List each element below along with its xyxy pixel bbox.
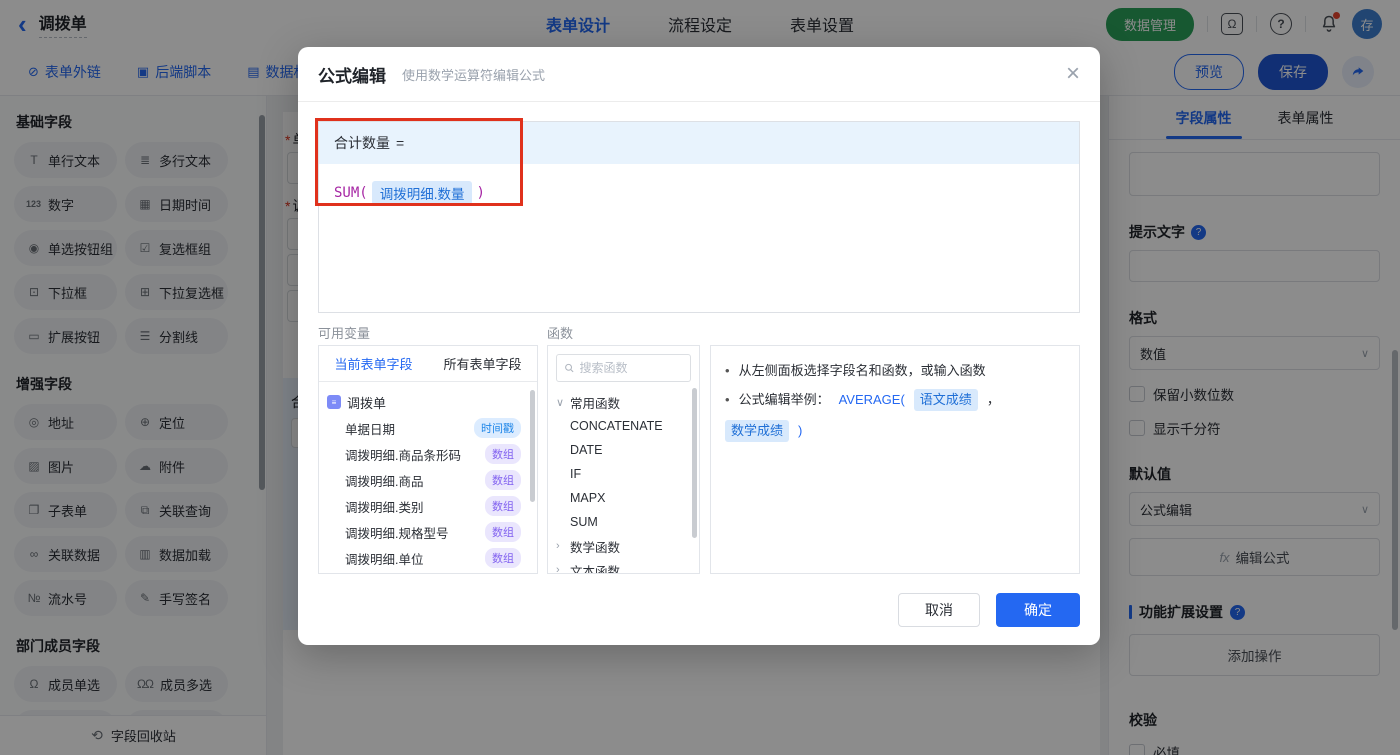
formula-target-row: 合计数量 = — [319, 122, 1079, 164]
tip-text: 从左侧面板选择字段名和函数，或输入函数 — [738, 363, 986, 378]
form-doc-icon: ≡ — [327, 395, 341, 409]
function-search-input[interactable] — [579, 361, 683, 375]
example-chip: 语文成绩 — [913, 389, 978, 411]
search-icon — [565, 363, 574, 373]
formula-editor-area[interactable]: 合计数量 = SUM( 调拨明细.数量 ) — [318, 121, 1080, 313]
bullet-icon: • — [725, 363, 730, 378]
function-search-box[interactable] — [556, 354, 691, 382]
cancel-button[interactable]: 取消 — [898, 593, 980, 627]
formula-close-paren: ) — [476, 185, 485, 201]
formula-target: 合计数量 — [334, 135, 390, 151]
tip-prefix: 公式编辑举例： — [738, 392, 830, 407]
modal-header: 公式编辑 使用数学运算符编辑公式 × — [298, 47, 1100, 102]
function-group-text[interactable]: › 文本函数 — [548, 558, 699, 574]
chevron-right-icon: › — [556, 564, 560, 574]
function-item[interactable]: SUM — [548, 510, 699, 534]
functions-panel-label: 函数 — [547, 326, 574, 341]
group-label: 数学函数 — [570, 540, 621, 555]
modal-title: 公式编辑 — [318, 66, 386, 86]
variable-row[interactable]: 调拨明细.单位 数组 — [327, 545, 529, 571]
tree-root[interactable]: ≡ 调拨单 — [327, 389, 529, 415]
variables-tree: ≡ 调拨单 单据日期 时间戳 调拨明细.商品条形码 数组 调拨明细.商品 数组 调拨明… — [319, 382, 537, 573]
functions-panel: ∨ 常用函数 CONCATENATE DATE IF MAPX SUM › 数学函数… — [547, 345, 700, 574]
function-item[interactable]: IF — [548, 462, 699, 486]
variable-name: 调拨明细.规格型号 — [345, 526, 449, 541]
type-badge: 数组 — [485, 548, 521, 568]
variables-tabs: 当前表单字段 所有表单字段 — [319, 346, 537, 382]
help-panel: • 从左侧面板选择字段名和函数，或输入函数 • 公式编辑举例： AVERAGE(… — [710, 345, 1080, 574]
variable-row[interactable]: 调拨明细.类别 数组 — [327, 493, 529, 519]
formula-keyword: SUM( — [334, 185, 368, 201]
function-item[interactable]: MAPX — [548, 486, 699, 510]
type-badge: 数组 — [485, 470, 521, 490]
formula-expression[interactable]: SUM( 调拨明细.数量 ) — [319, 164, 1079, 222]
function-group-common[interactable]: ∨ 常用函数 — [548, 390, 699, 414]
variable-name: 调拨明细.类别 — [345, 500, 424, 515]
tab-current-form-fields[interactable]: 当前表单字段 — [319, 346, 428, 381]
variables-panel-label: 可用变量 — [318, 326, 371, 341]
modal-subtitle: 使用数学运算符编辑公式 — [402, 67, 546, 83]
example-close-paren: ) — [798, 423, 803, 438]
type-badge: 时间戳 — [474, 418, 521, 438]
bullet-icon: • — [725, 392, 730, 407]
group-label: 文本函数 — [570, 564, 621, 574]
function-group-math[interactable]: › 数学函数 — [548, 534, 699, 558]
formula-equals: = — [396, 135, 405, 151]
example-separator: ， — [986, 392, 1000, 407]
tab-all-form-fields[interactable]: 所有表单字段 — [428, 346, 537, 381]
variable-name: 调拨明细.单位 — [345, 552, 424, 567]
variable-name: 调拨明细.商品 — [345, 474, 424, 489]
type-badge: 数组 — [485, 444, 521, 464]
modal-footer: 取消 确定 — [898, 593, 1080, 627]
close-icon[interactable]: × — [1066, 62, 1080, 86]
type-badge: 数组 — [485, 522, 521, 542]
example-chip: 数学成绩 — [725, 420, 790, 442]
functions-scrollbar[interactable] — [692, 388, 697, 538]
help-tip-1: • 从左侧面板选择字段名和函数，或输入函数 — [725, 361, 1065, 381]
variables-panel: 当前表单字段 所有表单字段 ≡ 调拨单 单据日期 时间戳 调拨明细.商品条形码 数组… — [318, 345, 538, 574]
example-function: AVERAGE( — [838, 392, 905, 407]
group-label: 常用函数 — [570, 396, 621, 411]
formula-variable-chip[interactable]: 调拨明细.数量 — [371, 181, 473, 205]
variables-scrollbar[interactable] — [530, 390, 535, 502]
function-item[interactable]: CONCATENATE — [548, 414, 699, 438]
help-tip-2: • 公式编辑举例： AVERAGE( 语文成绩 ， 数学成绩 ) — [725, 389, 1065, 442]
variable-row[interactable]: 调拨明细.商品条形码 数组 — [327, 441, 529, 467]
formula-editor-modal: 公式编辑 使用数学运算符编辑公式 × 合计数量 = SUM( 调拨明细.数量 )… — [298, 47, 1100, 645]
chevron-right-icon: › — [556, 540, 560, 552]
variable-name: 单据日期 — [345, 422, 396, 437]
chevron-down-icon: ∨ — [556, 396, 565, 409]
variable-row[interactable]: 调拨明细.规格型号 数组 — [327, 519, 529, 545]
variable-name: 调拨明细.商品条形码 — [345, 448, 461, 463]
variable-row[interactable]: 调拨明细.商品 数组 — [327, 467, 529, 493]
type-badge: 数组 — [485, 496, 521, 516]
tree-root-label: 调拨单 — [347, 395, 387, 411]
confirm-button[interactable]: 确定 — [996, 593, 1080, 627]
functions-tree: ∨ 常用函数 CONCATENATE DATE IF MAPX SUM › 数学函数… — [548, 390, 699, 574]
variable-row[interactable]: 单据日期 时间戳 — [327, 415, 529, 441]
function-item[interactable]: DATE — [548, 438, 699, 462]
